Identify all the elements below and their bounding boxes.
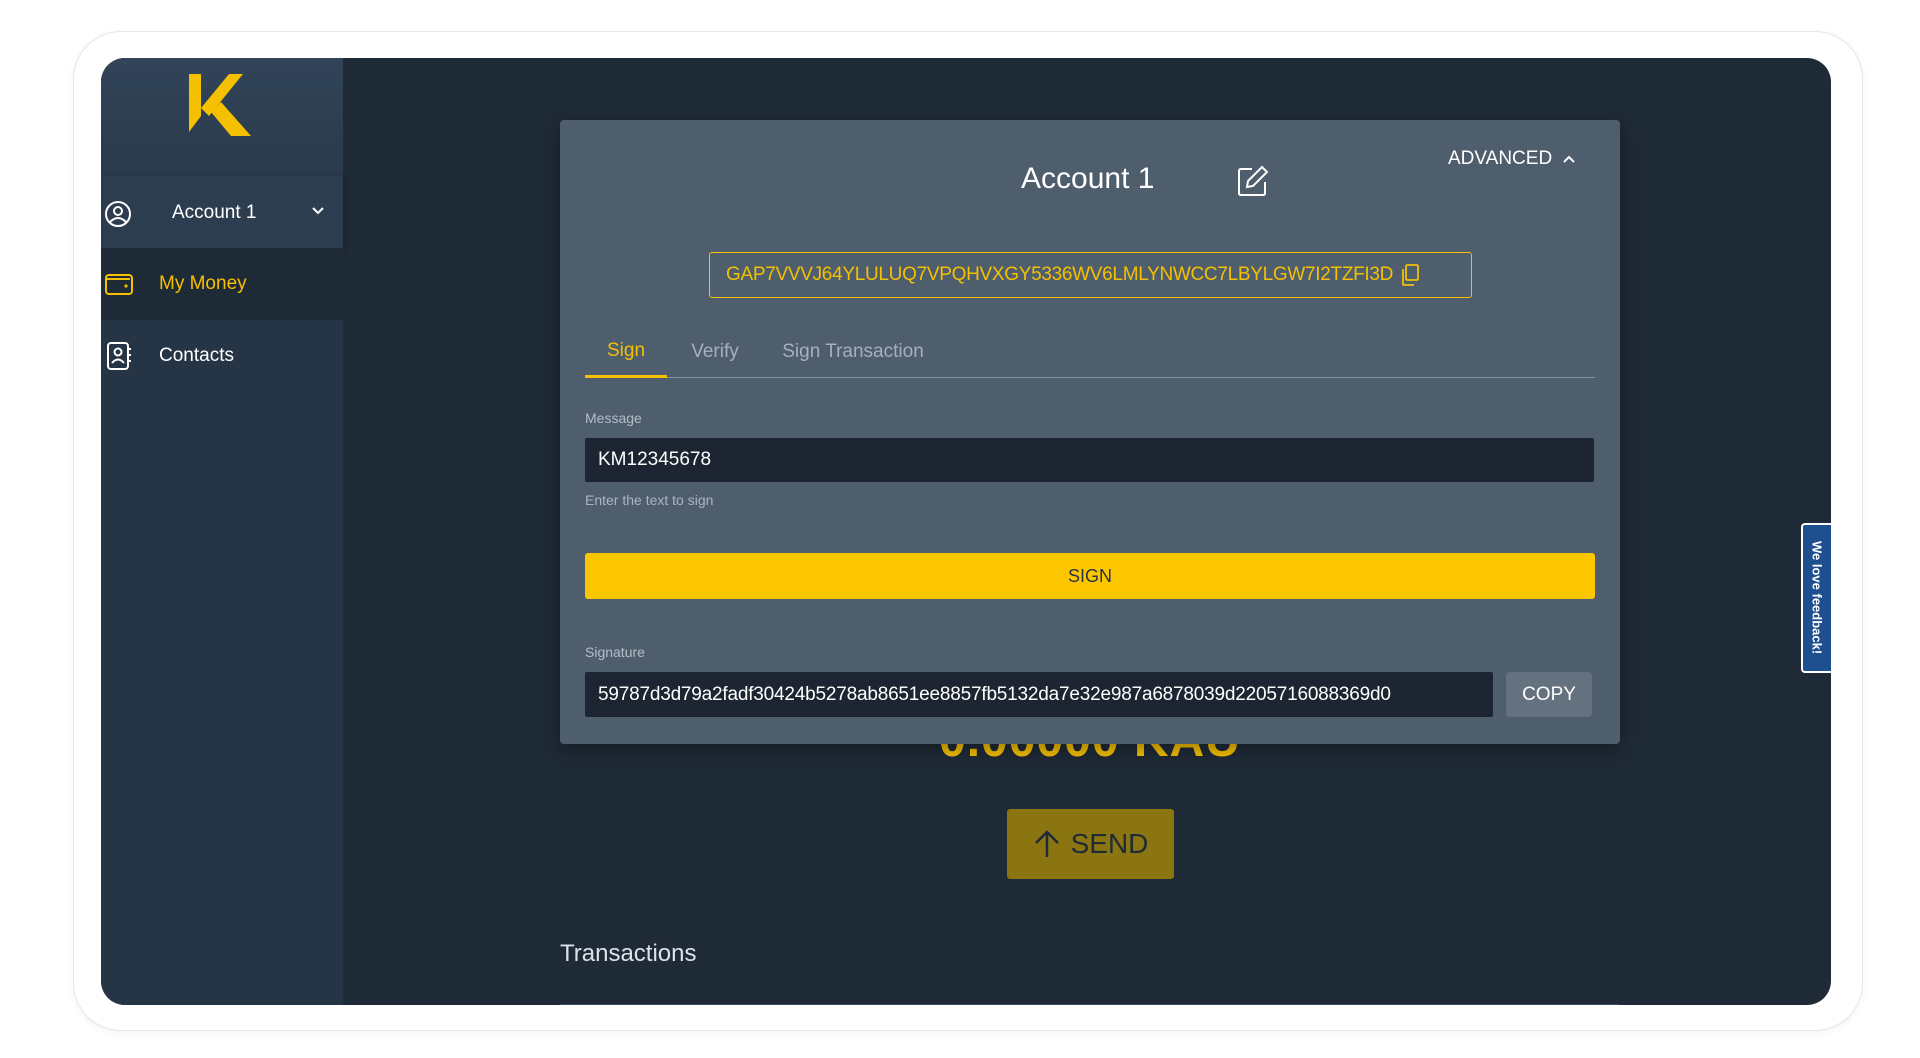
signature-field[interactable]: 59787d3d79a2fadf30424b5278ab8651ee8857fb… (585, 672, 1493, 717)
signature-label: Signature (585, 644, 645, 660)
logo-area (101, 58, 343, 176)
tab-sign-transaction[interactable]: Sign Transaction (768, 326, 938, 378)
account-selector[interactable]: Account 1 (101, 176, 343, 248)
advanced-label: ADVANCED (1448, 148, 1553, 169)
sidebar: Account 1 My Money Contacts (101, 58, 343, 1005)
account-address[interactable]: GAP7VVVJ64YLULUQ7VPQHVXGY5336WV6LMLYNWCC… (709, 252, 1472, 298)
send-button-label: SEND (1070, 828, 1149, 859)
account-modal: Account 1 ADVANCED GAP7VVVJ64YLULUQ7VPQH… (560, 120, 1620, 744)
advanced-toggle[interactable]: ADVANCED (1448, 148, 1576, 170)
send-button[interactable]: SEND (1007, 809, 1174, 879)
sidebar-item-contacts[interactable]: Contacts (101, 320, 343, 392)
transactions-title: Transactions (560, 940, 697, 967)
copy-signature-button[interactable]: COPY (1506, 672, 1592, 717)
sign-button[interactable]: SIGN (585, 553, 1595, 599)
message-helper-text: Enter the text to sign (585, 492, 714, 508)
account-selector-label: Account 1 (172, 202, 257, 223)
app-screen: Account 1 My Money Contacts 0.00000 KA (101, 58, 1831, 1005)
transactions-divider (560, 1004, 1619, 1005)
sidebar-item-label: My Money (159, 273, 247, 294)
tab-bar: Sign Verify Sign Transaction (585, 326, 1595, 378)
copy-icon[interactable] (1401, 264, 1420, 286)
modal-title: Account 1 (1021, 162, 1155, 195)
arrow-up-icon (1034, 830, 1059, 857)
feedback-tab[interactable]: We love feedback! (1801, 523, 1831, 673)
wallet-icon (105, 274, 133, 295)
message-label: Message (585, 410, 642, 426)
tab-verify[interactable]: Verify (680, 326, 750, 378)
feedback-tab-label: We love feedback! (1809, 541, 1825, 655)
k-logo-icon (189, 74, 251, 136)
tab-sign[interactable]: Sign (585, 326, 667, 378)
chevron-down-icon (312, 207, 324, 215)
chevron-up-icon (1563, 155, 1575, 163)
user-circle-icon (105, 201, 131, 227)
message-input[interactable] (585, 438, 1594, 482)
sidebar-item-label: Contacts (159, 345, 234, 366)
address-text: GAP7VVVJ64YLULUQ7VPQHVXGY5336WV6LMLYNWCC… (726, 264, 1394, 285)
sidebar-item-my-money[interactable]: My Money (101, 248, 343, 320)
edit-icon[interactable] (1236, 164, 1270, 198)
contacts-icon (107, 342, 131, 370)
